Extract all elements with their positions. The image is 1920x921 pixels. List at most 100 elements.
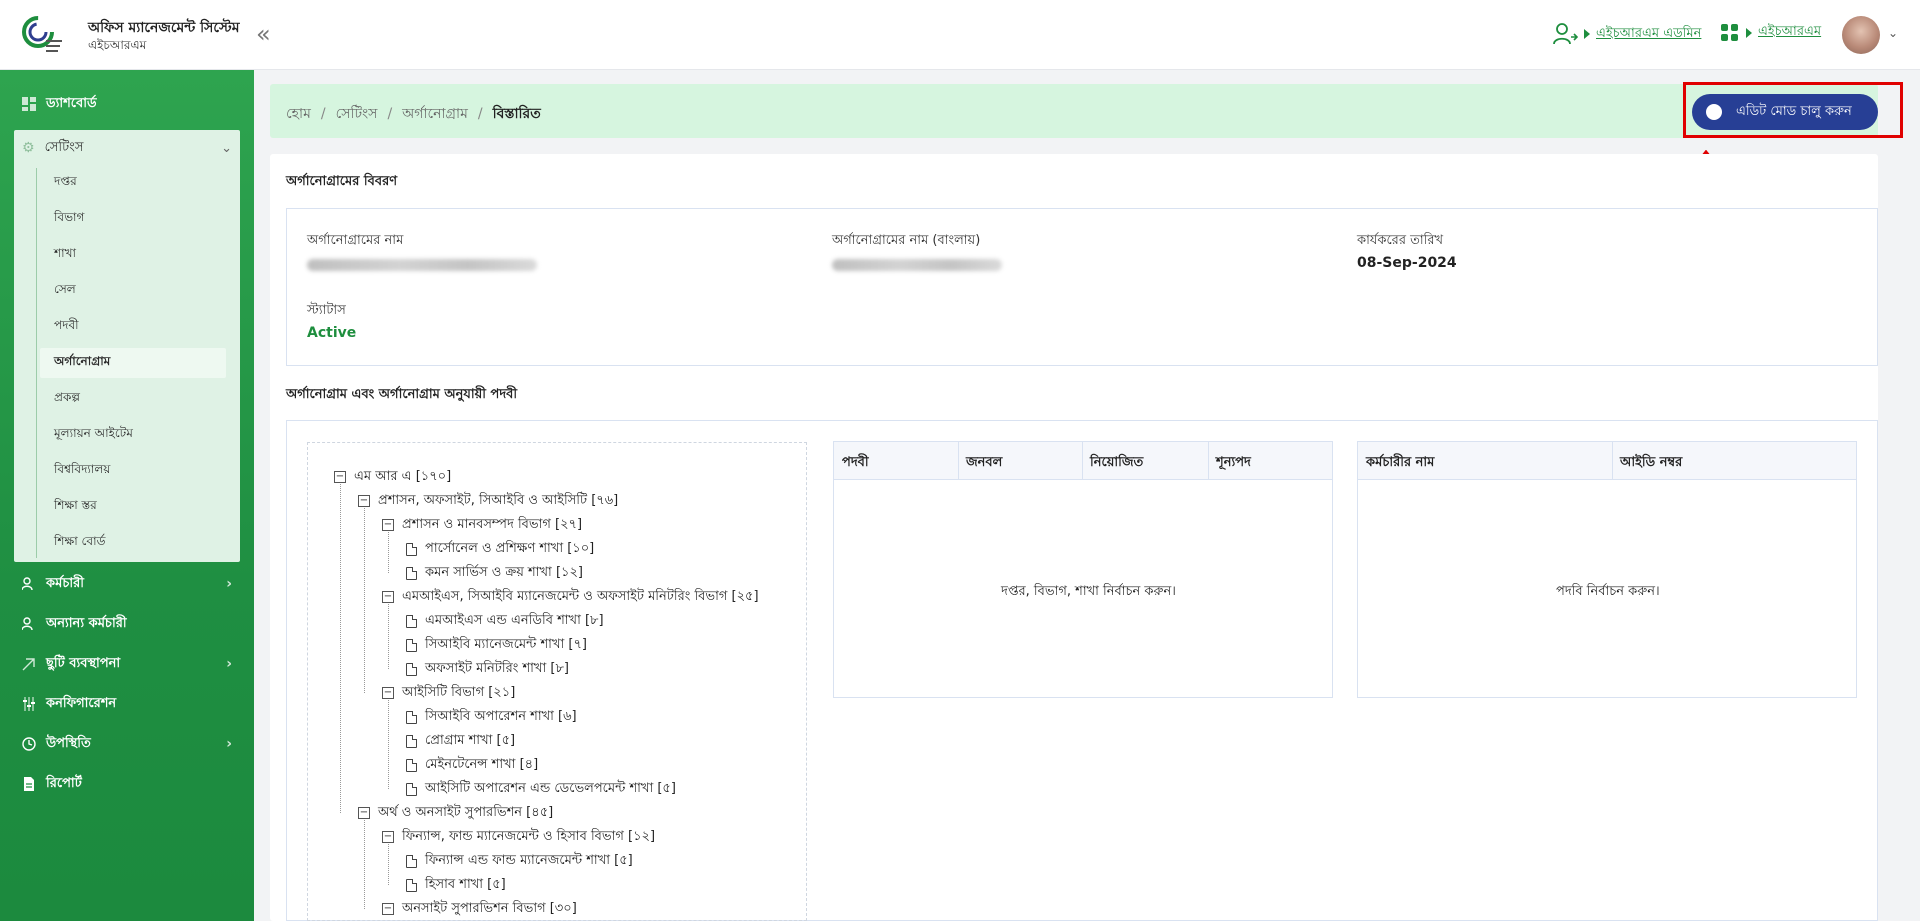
sidebar-subitem-evaluation-item[interactable]: মূল্যায়ন আইটেম [40,420,226,450]
tree-node-group[interactable]: − প্রশাসন ও মানবসম্পদ বিভাগ [২৭] [382,515,582,535]
tree-node-leaf[interactable]: সিআইবি ম্যানেজমেন্ট শাখা [৭] [406,635,587,655]
collapse-sidebar-icon[interactable]: « [256,20,271,48]
employee-table: কর্মচারীর নাম আইডি নম্বর পদবি নির্বাচন ক… [1357,441,1857,698]
sidebar-subitem-university[interactable]: বিশ্ববিদ্যালয় [40,456,226,486]
tree-node-leaf[interactable]: অফসাইট মনিটরিং শাখা [৮] [406,659,569,679]
sidebar-subitem-education-board[interactable]: শিক্ষা বোর্ড [40,528,226,558]
tree-node-group[interactable]: − এম আর এ [১৭০] [334,467,451,487]
tree-node-group[interactable]: − এমআইএস, সিআইবি ম্যানেজমেন্ট ও অফসাইট মন… [382,587,759,607]
tree-node-label: প্রশাসন ও মানবসম্পদ বিভাগ [২৭] [402,516,583,532]
employee-empty-message: পদবি নির্বাচন করুন। [1556,584,1660,599]
sidebar-item-employee[interactable]: কর্মচারী › [22,568,232,600]
effective-date-value: 08-Sep-2024 [1357,255,1457,271]
tree-node-group[interactable]: − অর্থ ও অনসাইট সুপারভিশন [৪৫] [358,803,553,823]
positions-empty-message: দপ্তর, বিভাগ, শাখা নির্বাচন করুন। [1001,584,1176,599]
sidebar-item-label: সেটিংস [44,139,84,155]
tree-guide-line [364,508,365,693]
document-icon [406,662,417,676]
sidebar: ড্যাশবোর্ড ⚙ সেটিংস ⌄ দপ্তর বিভাগ শাখা স… [0,70,254,921]
tree-node-leaf[interactable]: মেইনটেনেন্স শাখা [৪] [406,755,538,775]
tree-guide-line [388,532,389,573]
tree-node-group[interactable]: − আইসিটি বিভাগ [২১] [382,683,515,703]
chevron-down-icon[interactable]: ⌄ [1888,26,1898,40]
tree-node-leaf[interactable]: এমআইএস এন্ড এনডিবি শাখা [৮] [406,611,604,631]
collapse-toggle-icon[interactable]: − [382,591,394,603]
sidebar-subitem-cell[interactable]: সেল [40,276,226,306]
tree-node-leaf[interactable]: পার্সোনেল ও প্রশিক্ষণ শাখা [১০] [406,539,594,559]
tree-node-leaf[interactable]: ফিন্যান্স এন্ড ফান্ড ম্যানেজমেন্ট শাখা [… [406,851,633,871]
tree-node-leaf[interactable]: আইসিটি অপারেশন এন্ড ডেভেলপমেন্ট শাখা [৫] [406,779,676,799]
tree-node-label: প্রোগ্রাম শাখা [৫] [425,732,516,748]
document-icon [406,566,417,580]
sidebar-item-settings[interactable]: ⚙ সেটিংস ⌄ [22,130,232,166]
sidebar-item-label: উপস্থিতি [46,735,91,751]
sidebar-subitem-project[interactable]: প্রকল্প [40,384,226,414]
document-icon [406,638,417,652]
sidebar-subitem-department[interactable]: বিভাগ [40,204,226,234]
breadcrumb-home[interactable]: হোম [286,106,311,122]
collapse-toggle-icon[interactable]: − [382,831,394,843]
tree-node-label: মেইনটেনেন্স শাখা [৪] [425,756,539,772]
tree-node-label: সিআইবি ম্যানেজমেন্ট শাখা [৭] [425,636,587,652]
tree-node-leaf[interactable]: হিসাব শাখা [৫] [406,875,506,895]
leave-icon [22,658,35,671]
tree-node-label: এম আর এ [১৭০] [354,468,452,484]
document-icon [406,710,417,724]
tree-node-label: আইসিটি বিভাগ [২১] [402,684,516,700]
users-icon [22,577,33,591]
tree-node-label: আইসিটি অপারেশন এন্ড ডেভেলপমেন্ট শাখা [৫] [425,780,676,796]
tree-node-group[interactable]: − প্রশাসন, অফসাইট, সিআইবি ও আইসিটি [৭৬] [358,491,618,511]
column-header-manpower: জনবল [966,455,1003,470]
sidebar-item-leave[interactable]: ছুটি ব্যবস্থাপনা › [22,648,232,680]
tree-node-label: এমআইএস, সিআইবি ম্যানেজমেন্ট ও অফসাইট মনি… [402,588,759,604]
tree-node-leaf[interactable]: প্রোগ্রাম শাখা [৫] [406,731,515,751]
module-link[interactable]: এইচআরএম [1758,22,1821,43]
positions-table-header: পদবী জনবল নিয়োজিত শূন্যপদ [834,442,1332,480]
organogram-tree: − এম আর এ [১৭০] − প্রশাসন, অফসাইট, সিআইবি ও… [307,442,807,921]
user-avatar[interactable] [1842,16,1880,54]
collapse-toggle-icon[interactable]: − [382,519,394,531]
chevron-down-icon: ⌄ [221,140,232,156]
tree-guide-line [388,700,389,789]
breadcrumb-organogram[interactable]: অর্গানোগ্রাম [402,106,468,122]
sidebar-item-report[interactable]: রিপোর্ট [22,768,232,800]
app-logo [22,16,62,52]
organogram-name-label: অর্গানোগ্রামের নাম [307,233,404,248]
organogram-section-title: অর্গানোগ্রাম এবং অর্গানোগ্রাম অনুযায়ী প… [286,387,518,402]
tree-node-group[interactable]: − ফিন্যান্স, ফান্ড ম্যানেজমেন্ট ও হিসাব ব… [382,827,655,847]
sidebar-subitem-office[interactable]: দপ্তর [40,168,226,198]
collapse-toggle-icon[interactable]: − [382,687,394,699]
collapse-toggle-icon[interactable]: − [334,471,346,483]
sidebar-subitem-organogram[interactable]: অর্গানোগ্রাম [40,348,226,378]
collapse-toggle-icon[interactable]: − [358,807,370,819]
tree-node-label: এমআইএস এন্ড এনডিবি শাখা [৮] [425,612,604,628]
sidebar-subitem-designation[interactable]: পদবী [40,312,226,342]
tree-guide-line [340,484,341,813]
sliders-icon [23,697,35,711]
sidebar-item-attendance[interactable]: উপস্থিতি › [22,728,232,760]
sidebar-subitem-education-level[interactable]: শিক্ষা স্তর [40,492,226,522]
document-icon [406,782,417,796]
chevron-right-icon: › [226,576,232,592]
sidebar-item-label: ড্যাশবোর্ড [46,95,97,111]
document-icon [406,734,417,748]
effective-date-label: কার্যকরের তারিখ [1357,233,1444,248]
tree-node-leaf[interactable]: কমন সার্ভিস ও ক্রয় শাখা [১২] [406,563,583,583]
sidebar-subitem-branch[interactable]: শাখা [40,240,226,270]
role-switcher[interactable]: এইচআরএম এডমিন [1552,22,1701,46]
breadcrumb: হোম / সেটিংস / অর্গানোগ্রাম / বিস্তারিত [286,106,541,122]
sidebar-item-label: অন্যান্য কর্মচারী [46,615,127,631]
collapse-toggle-icon[interactable]: − [358,495,370,507]
collapse-toggle-icon[interactable]: − [382,903,394,915]
sidebar-item-dashboard[interactable]: ড্যাশবোর্ড [22,88,232,120]
sidebar-item-configuration[interactable]: কনফিগারেশন [22,688,232,720]
tree-node-group[interactable]: − অনসাইট সুপারভিশন বিভাগ [৩০] [382,899,577,919]
breadcrumb-settings[interactable]: সেটিংস [336,106,378,122]
tree-node-leaf[interactable]: সিআইবি অপারেশন শাখা [৬] [406,707,577,727]
role-link[interactable]: এইচআরএম এডমিন [1596,24,1701,45]
module-switcher[interactable]: এইচআরএম [1720,22,1821,43]
caret-right-icon [1584,29,1590,39]
tree-node-label: কমন সার্ভিস ও ক্রয় শাখা [১২] [425,564,583,580]
clock-icon [22,737,36,751]
sidebar-item-other-employee[interactable]: অন্যান্য কর্মচারী [22,608,232,640]
